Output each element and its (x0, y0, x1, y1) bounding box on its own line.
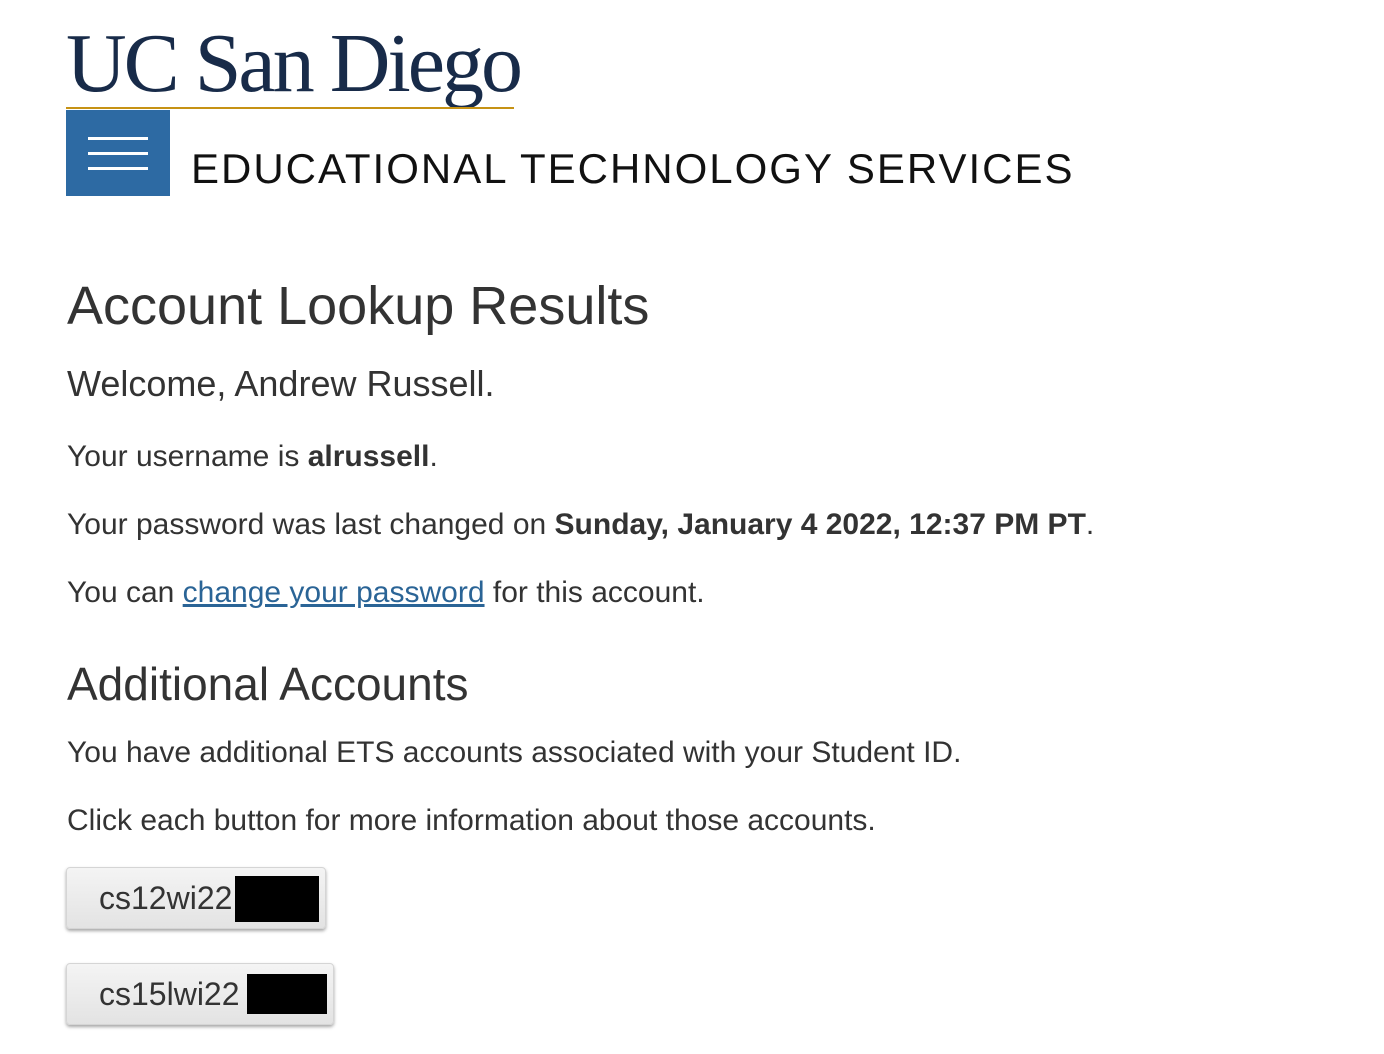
account-button-label: cs15lwi22 (99, 976, 240, 1012)
username-value: alrussell (307, 440, 430, 473)
change-password-link[interactable]: change your password (183, 576, 485, 609)
account-button-label: cs12wi22 (99, 880, 233, 916)
redaction-box (235, 876, 319, 922)
additional-accounts-instruction: Click each button for more information a… (67, 804, 876, 837)
logo-text: UC San Diego (66, 17, 523, 110)
redaction-box (247, 974, 327, 1014)
username-line: Your username is alrussell. (67, 440, 438, 473)
welcome-message: Welcome, Andrew Russell. (67, 363, 495, 404)
account-button-cs12wi22[interactable]: cs12wi22 (66, 867, 326, 929)
additional-accounts-info: You have additional ETS accounts associa… (67, 736, 962, 769)
password-changed-line: Your password was last changed on Sunday… (67, 508, 1095, 541)
account-button-cs15lwi22[interactable]: cs15lwi22 (66, 963, 334, 1025)
page-title: Account Lookup Results (67, 276, 650, 336)
change-password-line: You can change your password for this ac… (67, 576, 705, 609)
logo-gold-rule (66, 107, 514, 109)
ucsd-logo[interactable]: UC San Diego (66, 18, 523, 110)
hamburger-menu-button[interactable] (66, 110, 170, 196)
department-title[interactable]: EDUCATIONAL TECHNOLOGY SERVICES (191, 144, 1075, 194)
additional-accounts-heading: Additional Accounts (67, 658, 469, 710)
password-changed-date: Sunday, January 4 2022, 12:37 PM PT (554, 508, 1086, 541)
